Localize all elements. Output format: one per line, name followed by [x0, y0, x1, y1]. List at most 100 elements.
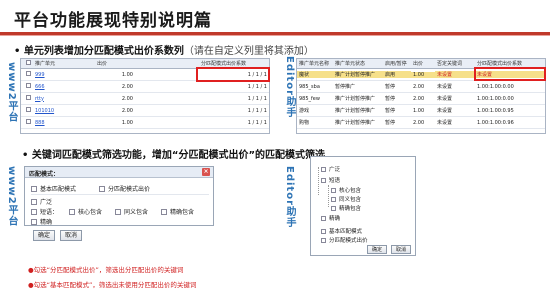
toggle-cell[interactable]: 暂停 [383, 95, 411, 102]
tree-checkbox[interactable] [321, 177, 326, 183]
exact-checkbox[interactable] [31, 218, 37, 225]
col-unit-name[interactable]: 推广单元名称 [297, 60, 333, 67]
dialog-header: 匹配模式： × [25, 167, 213, 178]
bid-cell: 1.00 [121, 71, 133, 78]
ok-button[interactable]: 确定 [33, 230, 55, 241]
table-row[interactable]: rtty 2.00 1 / 1 / 1 [21, 93, 269, 105]
bid-cell: 2.00 [121, 107, 133, 114]
editor-label-bottom: Editor助手 [284, 166, 295, 228]
www2-label-top: www2平台 [6, 62, 17, 123]
unit-link[interactable]: 101010 [33, 108, 95, 114]
coef-cell: 1 / 1 / 1 [247, 83, 267, 90]
unit-link[interactable]: 888 [33, 120, 95, 126]
coef-cell: 1 / 1 / 1 [247, 95, 267, 102]
tree-cancel-button[interactable]: 取消 [391, 245, 411, 254]
coef-cell: 1.00:1.00:0.00 [477, 95, 514, 102]
unit-name-cell[interactable]: 游戏 [297, 107, 333, 114]
negative-cell: 未设置 [437, 120, 453, 126]
row-checkbox[interactable] [26, 71, 31, 76]
coef-cell: 1.00:1.00:0.00 [477, 83, 514, 90]
row-checkbox[interactable] [26, 107, 31, 112]
unit-name-cell[interactable]: 985_sba [297, 84, 333, 90]
row-checkbox[interactable] [26, 119, 31, 124]
dialog-title: 匹配模式： [29, 171, 60, 178]
tree-checkbox[interactable] [331, 196, 336, 202]
core-checkbox[interactable] [69, 208, 75, 215]
section1-text: 单元列表增加分匹配模式出价系数列 [23, 46, 184, 57]
unit-name-cell[interactable]: 985_few [297, 96, 333, 102]
tree-item-core[interactable]: 核心包含 [331, 186, 361, 194]
precise-checkbox[interactable] [161, 208, 167, 215]
table-row[interactable]: 985_sba 暂停推广 暂停 2.00 未设置 1.00:1.00:0.00 [297, 81, 545, 93]
table-row[interactable]: 666 2.00 1 / 1 / 1 [21, 81, 269, 93]
toggle-cell[interactable]: 启用 [383, 71, 411, 78]
col-negative[interactable]: 否定关键词 [435, 60, 475, 67]
bid-cell: 2.00 [413, 119, 425, 126]
select-all-checkbox[interactable] [26, 60, 31, 65]
tree-item-basic[interactable]: 基本匹配模式 [321, 227, 362, 235]
bid-cell: 1.00 [411, 71, 435, 78]
tree-checkbox[interactable] [331, 187, 336, 193]
cancel-button[interactable]: 取消 [60, 230, 82, 241]
split-match-option[interactable]: 分匹配模式出价 [99, 184, 150, 193]
unit-name-cell[interactable]: 购物 [297, 119, 333, 126]
same-checkbox[interactable] [115, 208, 121, 215]
core-option[interactable]: 核心包含 [69, 207, 102, 216]
row-checkbox[interactable] [26, 83, 31, 88]
unit-link[interactable]: rtty [33, 96, 95, 102]
precise-option[interactable]: 精确包含 [161, 207, 194, 216]
broad-checkbox[interactable] [31, 198, 37, 205]
col-bid[interactable]: 出价 [95, 60, 135, 67]
bid-cell: 2.00 [413, 83, 425, 90]
col-bid[interactable]: 出价 [411, 60, 435, 67]
toggle-cell[interactable]: 暂停 [383, 83, 411, 90]
row-checkbox[interactable] [26, 95, 31, 100]
col-unit[interactable]: 推广单元 [33, 60, 95, 67]
unit-link[interactable]: 666 [33, 84, 95, 90]
status-cell: 推广计划暂停推广 [335, 96, 376, 102]
col-unit-status[interactable]: 推广单元状态 [333, 60, 383, 67]
toggle-cell[interactable]: 暂停 [383, 107, 411, 114]
basic-match-checkbox[interactable] [31, 185, 37, 192]
tree-item-same[interactable]: 同义包含 [331, 195, 361, 203]
table-row[interactable]: 游戏 推广计划暂停推广 暂停 1.00 未设置 1.00:1.00:0.95 [297, 105, 545, 117]
table-row[interactable]: 购物 推广计划暂停推广 暂停 2.00 未设置 1.00:1.00:0.96 [297, 117, 545, 129]
table-row[interactable]: 888 1.00 1 / 1 / 1 [21, 117, 269, 129]
phrase-checkbox[interactable] [31, 208, 37, 215]
bid-cell: 1.00 [121, 119, 133, 126]
coef-column-highlight [474, 67, 546, 81]
tree-checkbox[interactable] [331, 205, 336, 211]
col-coef[interactable]: 分匹配模式出价系数 [475, 60, 545, 67]
tree-item-phrase[interactable]: 短语 [321, 176, 340, 184]
tree-checkbox[interactable] [321, 228, 326, 234]
tree-item-precise-contain[interactable]: 精确包含 [331, 204, 361, 212]
unit-name-cell[interactable]: 魔状 [297, 71, 333, 78]
close-icon[interactable]: × [202, 168, 210, 176]
toggle-cell[interactable]: 暂停 [383, 119, 411, 126]
match-mode-dialog: 匹配模式： × 基本匹配模式 分匹配模式出价 广泛 短语： 核心包含 同义包含 … [24, 166, 214, 226]
tree-item-broad[interactable]: 广泛 [321, 165, 340, 173]
negative-cell: 未设置 [437, 108, 453, 114]
status-cell: 推广计划暂停推广 [333, 71, 383, 78]
same-option[interactable]: 同义包含 [115, 207, 148, 216]
status-cell: 推广计划暂停推广 [335, 108, 376, 114]
tree-checkbox[interactable] [321, 166, 326, 172]
editor-label-top: Editor助手 [284, 56, 295, 118]
tree-item-exact[interactable]: 精确 [321, 214, 340, 222]
basic-match-option[interactable]: 基本匹配模式 [31, 184, 76, 193]
phrase-option[interactable]: 短语： [31, 207, 58, 216]
table-row[interactable]: 985_few 推广计划暂停推广 暂停 2.00 未设置 1.00:1.00:0… [297, 93, 545, 105]
exact-option[interactable]: 精确 [31, 217, 52, 226]
tree-checkbox[interactable] [321, 215, 326, 221]
split-match-checkbox[interactable] [99, 185, 105, 192]
coef-cell: 1.00:1.00:0.95 [477, 107, 514, 114]
tree-checkbox[interactable] [321, 237, 326, 243]
bid-cell: 1.00 [413, 107, 425, 114]
unit-link[interactable]: 999 [33, 72, 95, 78]
table-row[interactable]: 101010 2.00 1 / 1 / 1 [21, 105, 269, 117]
tree-item-split[interactable]: 分匹配模式出价 [321, 236, 368, 244]
col-toggle[interactable]: 启用/暂停 [383, 60, 411, 67]
broad-option[interactable]: 广泛 [31, 197, 52, 206]
tree-ok-button[interactable]: 确定 [367, 245, 387, 254]
col-coef[interactable]: 分匹配模式出价系数 [199, 60, 269, 67]
